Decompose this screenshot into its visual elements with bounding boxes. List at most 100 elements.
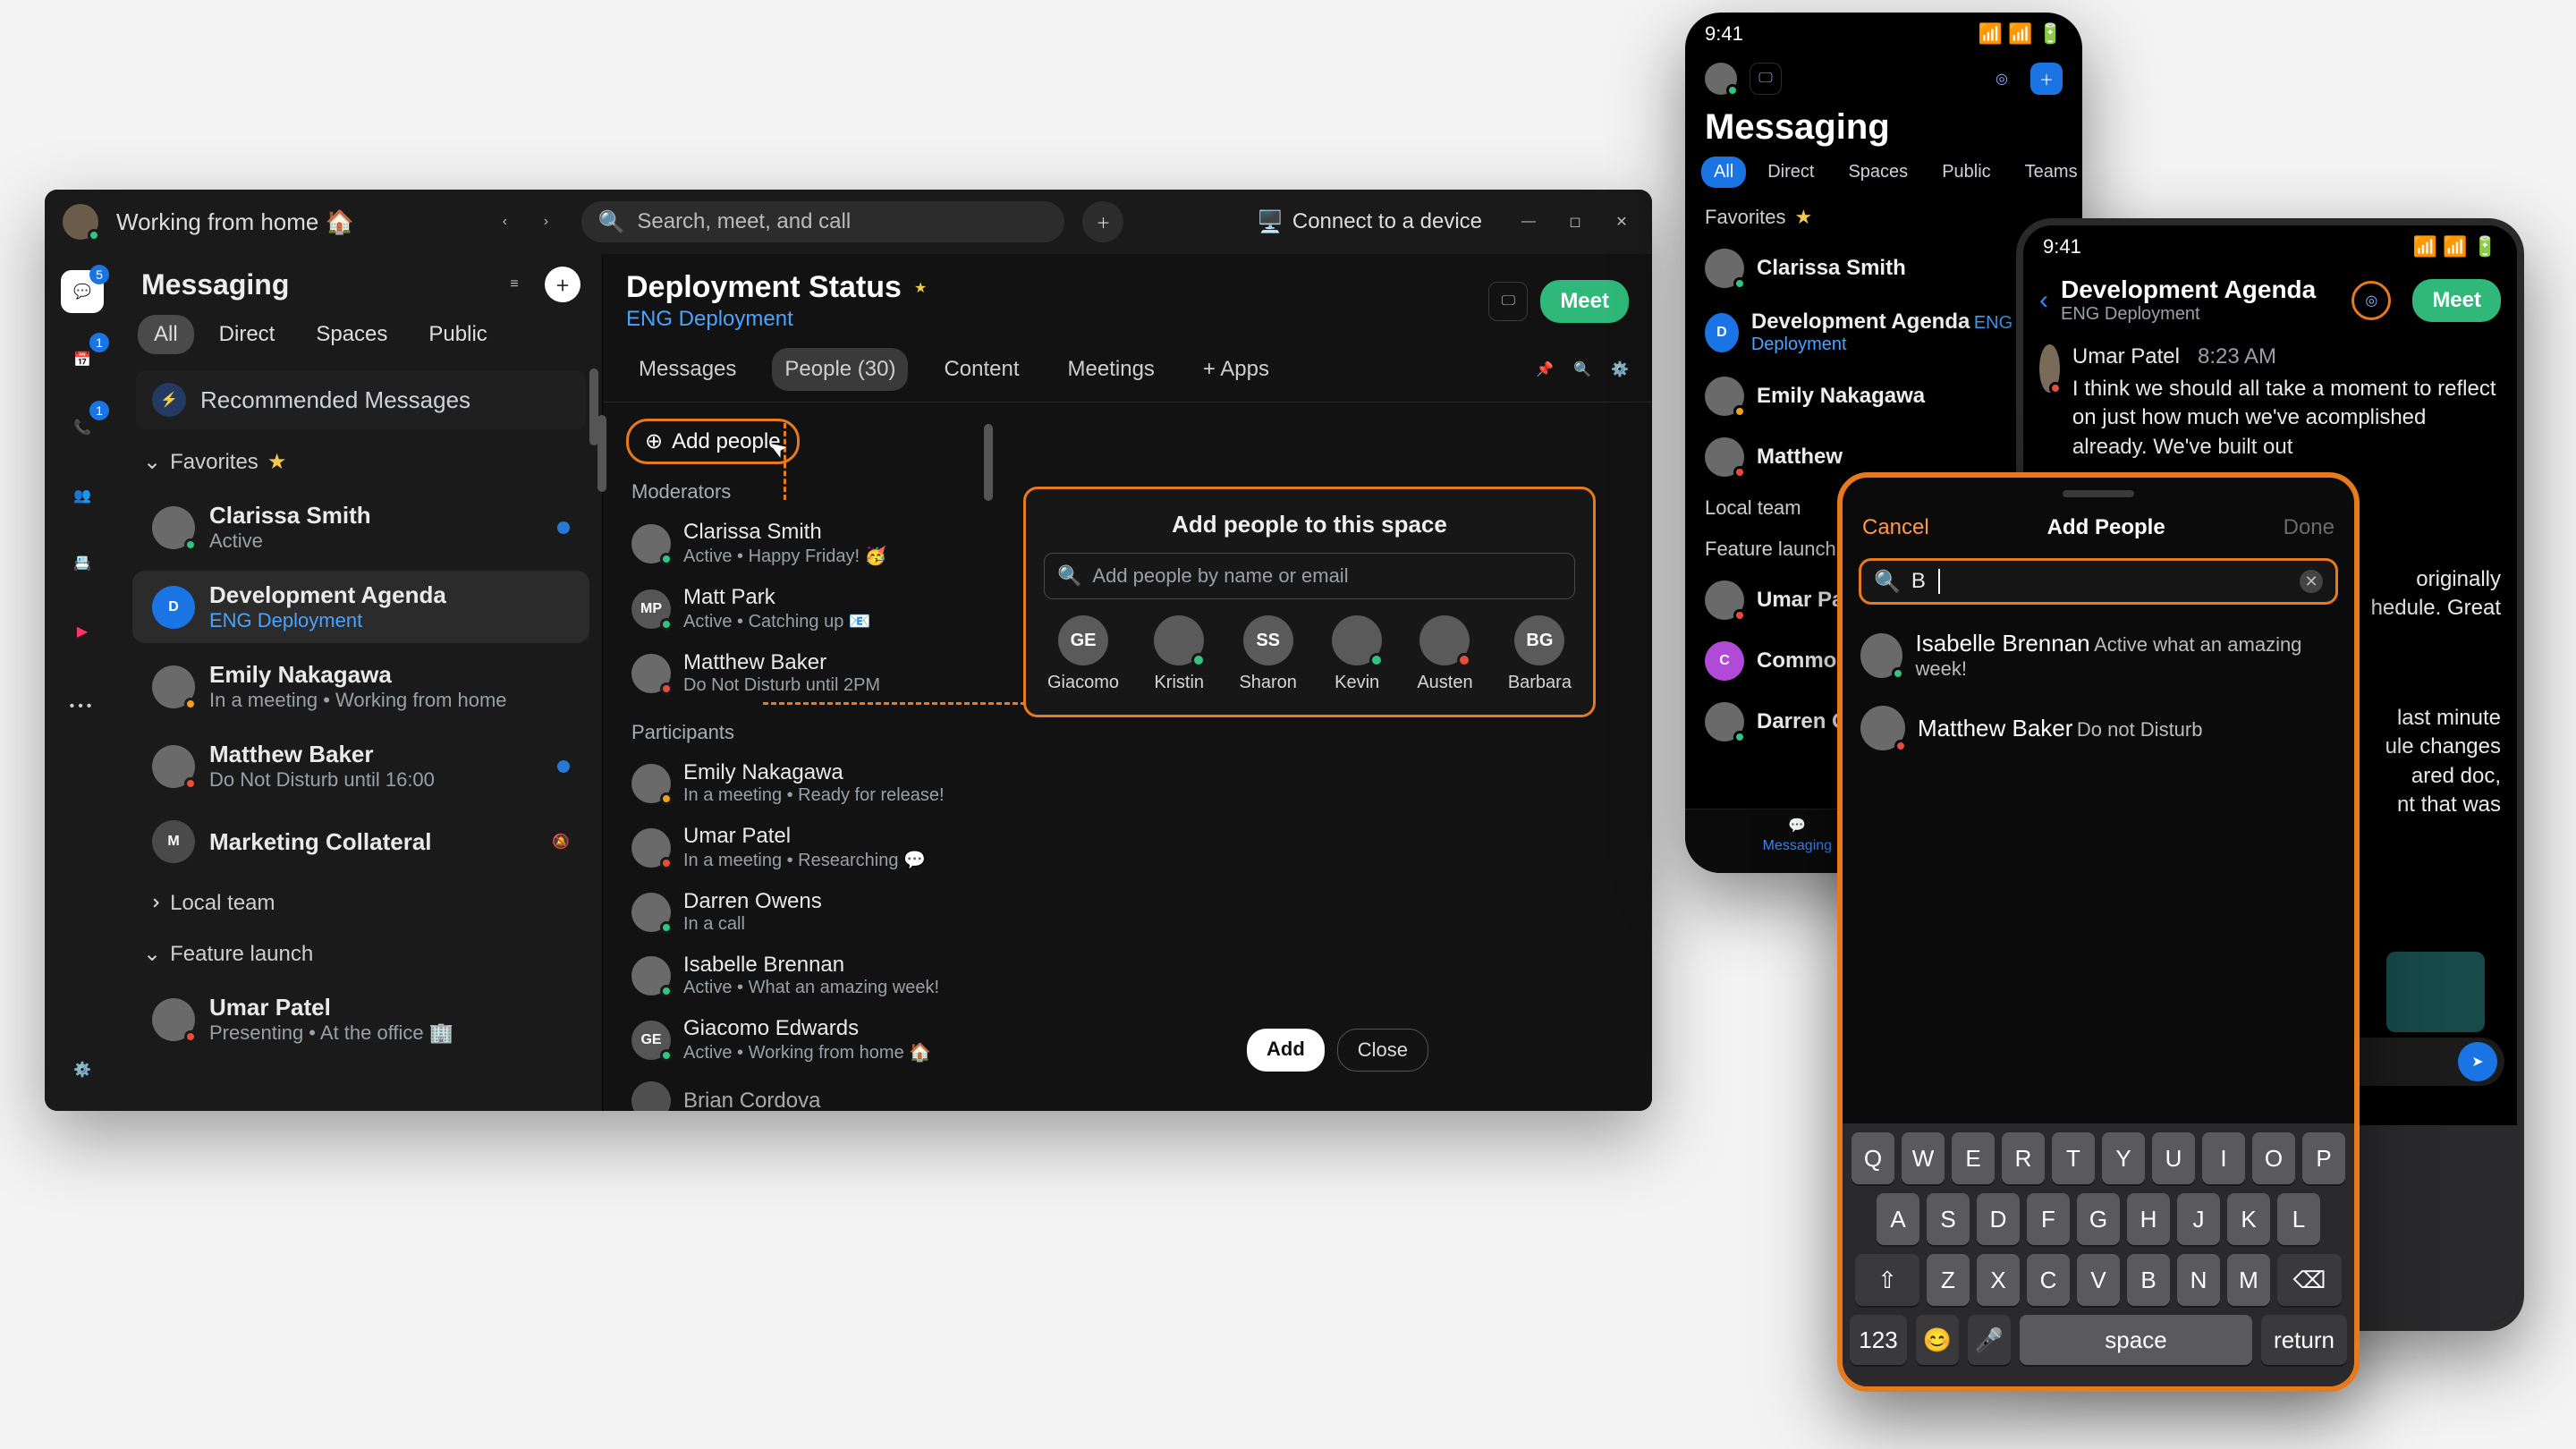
sidebar-scroll[interactable]: ⚡ Recommended Messages ⌄ Favorites ★ Cla… bbox=[120, 363, 602, 1050]
meet-button[interactable]: Meet bbox=[2412, 279, 2501, 322]
star-icon[interactable]: ★ bbox=[914, 279, 927, 297]
key[interactable]: A bbox=[1877, 1193, 1919, 1245]
key[interactable]: R bbox=[2002, 1132, 2045, 1184]
backspace-key[interactable]: ⌫ bbox=[2277, 1254, 2342, 1306]
callout-search[interactable]: 🔍 Add people by name or email bbox=[1044, 553, 1575, 599]
space-subtitle[interactable]: ENG Deployment bbox=[626, 307, 927, 332]
num-key[interactable]: 123 bbox=[1850, 1315, 1907, 1365]
section-feature-launch[interactable]: ⌄ Feature launch bbox=[120, 928, 602, 979]
chip-kevin[interactable]: Kevin bbox=[1332, 615, 1382, 693]
people-button[interactable]: ◎ bbox=[2351, 281, 2391, 320]
people-row[interactable]: Emily Nakagawa In a meeting • Ready for … bbox=[626, 751, 987, 815]
chip-austen[interactable]: Austen bbox=[1417, 615, 1472, 693]
tab-public[interactable]: Public bbox=[412, 315, 503, 354]
key[interactable]: Z bbox=[1927, 1254, 1970, 1306]
sidebar-item-marketing[interactable]: M Marketing Collateral 🔕 bbox=[132, 809, 589, 874]
tab-people[interactable]: People (30) bbox=[772, 348, 908, 391]
rail-calling[interactable]: 📞 1 bbox=[61, 406, 104, 449]
send-button[interactable]: ➤ bbox=[2458, 1042, 2497, 1081]
mtab-spaces[interactable]: Spaces bbox=[1835, 157, 1920, 188]
rail-settings[interactable]: ⚙️ bbox=[61, 1048, 104, 1091]
result-row[interactable]: Isabelle Brennan Active what an amazing … bbox=[1843, 617, 2354, 693]
key[interactable]: V bbox=[2077, 1254, 2120, 1306]
close-button[interactable]: Close bbox=[1337, 1029, 1428, 1072]
rail-play[interactable]: ▶ bbox=[61, 610, 104, 653]
people-row[interactable]: Clarissa Smith Active • Happy Friday! 🥳 bbox=[626, 511, 987, 576]
key[interactable]: L bbox=[2277, 1193, 2320, 1245]
key[interactable]: I bbox=[2202, 1132, 2245, 1184]
recommended-row[interactable]: ⚡ Recommended Messages bbox=[136, 370, 586, 429]
sidebar-item-emily[interactable]: Emily Nakagawa In a meeting • Working fr… bbox=[132, 650, 589, 723]
main-scrollbar[interactable] bbox=[597, 415, 606, 492]
maximize-button[interactable]: ◻ bbox=[1563, 209, 1588, 234]
tab-spaces[interactable]: Spaces bbox=[300, 315, 403, 354]
key[interactable]: Y bbox=[2102, 1132, 2145, 1184]
key[interactable]: E bbox=[1952, 1132, 1995, 1184]
key[interactable]: Q bbox=[1852, 1132, 1894, 1184]
key[interactable]: C bbox=[2027, 1254, 2070, 1306]
people-row[interactable]: Darren Owens In a call bbox=[626, 880, 987, 944]
search-icon[interactable]: 🔍 bbox=[1573, 360, 1591, 378]
connect-device[interactable]: 🖥️ Connect to a device bbox=[1257, 209, 1482, 235]
rail-teams[interactable]: 👥 bbox=[61, 474, 104, 517]
self-avatar[interactable] bbox=[1705, 63, 1737, 95]
people-row[interactable]: Matthew Baker Do Not Disturb until 2PM bbox=[626, 641, 987, 705]
nav-messaging[interactable]: 💬Messaging bbox=[1763, 817, 1832, 854]
forward-button[interactable]: › bbox=[528, 204, 564, 240]
chip-barbara[interactable]: BGBarbara bbox=[1508, 615, 1572, 693]
key[interactable]: W bbox=[1902, 1132, 1945, 1184]
people-row[interactable]: MP Matt Park Active • Catching up 📧 bbox=[626, 576, 987, 641]
meet-button[interactable]: Meet bbox=[1540, 280, 1629, 323]
mtab-direct[interactable]: Direct bbox=[1755, 157, 1826, 188]
result-row[interactable]: Matthew Baker Do not Disturb bbox=[1843, 693, 2354, 763]
create-button[interactable]: ＋ bbox=[1082, 201, 1123, 242]
rail-contacts[interactable]: 📇 bbox=[61, 542, 104, 585]
done-button[interactable]: Done bbox=[2284, 515, 2334, 540]
people-scrollbar[interactable] bbox=[984, 424, 993, 501]
key[interactable]: G bbox=[2077, 1193, 2120, 1245]
key[interactable]: K bbox=[2227, 1193, 2270, 1245]
key[interactable]: H bbox=[2127, 1193, 2170, 1245]
mtab-teams[interactable]: Teams bbox=[2012, 157, 2082, 188]
screen-icon[interactable]: 🖵 bbox=[1488, 282, 1528, 321]
rail-more[interactable]: ••• bbox=[61, 685, 104, 728]
key[interactable]: P bbox=[2302, 1132, 2345, 1184]
tab-apps[interactable]: + Apps bbox=[1191, 348, 1282, 391]
pin-icon[interactable]: 📌 bbox=[1536, 360, 1554, 378]
key[interactable]: O bbox=[2252, 1132, 2295, 1184]
people-row[interactable]: Umar Patel In a meeting • Researching 💬 bbox=[626, 815, 987, 880]
search-icon[interactable]: ◎ bbox=[1986, 63, 2018, 95]
chip-sharon[interactable]: SSSharon bbox=[1239, 615, 1297, 693]
tab-content[interactable]: Content bbox=[931, 348, 1031, 391]
space-key[interactable]: space bbox=[2020, 1315, 2252, 1365]
key[interactable]: N bbox=[2177, 1254, 2220, 1306]
screen-icon[interactable]: 🖵 bbox=[1750, 63, 1782, 95]
rail-messaging[interactable]: 💬 5 bbox=[61, 270, 104, 313]
tab-meetings[interactable]: Meetings bbox=[1055, 348, 1167, 391]
key[interactable]: B bbox=[2127, 1254, 2170, 1306]
mtab-public[interactable]: Public bbox=[1929, 157, 2003, 188]
people-row[interactable]: Isabelle Brennan Active • What an amazin… bbox=[626, 944, 987, 1007]
sheet-search[interactable]: 🔍 B ✕ bbox=[1859, 558, 2338, 605]
key[interactable]: D bbox=[1977, 1193, 2020, 1245]
sidebar-item-clarissa[interactable]: Clarissa Smith Active bbox=[132, 491, 589, 564]
create-button[interactable]: ＋ bbox=[2030, 63, 2063, 95]
close-button[interactable]: ✕ bbox=[1609, 209, 1634, 234]
mic-key[interactable]: 🎤 bbox=[1968, 1315, 2011, 1365]
people-row[interactable]: GE Giacomo Edwards Active • Working from… bbox=[626, 1007, 987, 1072]
mtab-all[interactable]: All bbox=[1701, 157, 1746, 188]
key[interactable]: F bbox=[2027, 1193, 2070, 1245]
new-button[interactable]: ＋ bbox=[545, 267, 580, 302]
sidebar-item-matthew-baker[interactable]: Matthew Baker Do Not Disturb until 16:00 bbox=[132, 730, 589, 802]
chip-kristin[interactable]: Kristin bbox=[1154, 615, 1204, 693]
filter-button[interactable]: ≡ bbox=[496, 267, 532, 302]
tab-all[interactable]: All bbox=[138, 315, 194, 354]
cancel-button[interactable]: Cancel bbox=[1862, 515, 1929, 540]
return-key[interactable]: return bbox=[2261, 1315, 2347, 1365]
rail-calendar[interactable]: 📅 1 bbox=[61, 338, 104, 381]
add-button[interactable]: Add bbox=[1247, 1029, 1325, 1072]
key[interactable]: X bbox=[1977, 1254, 2020, 1306]
back-button[interactable]: ‹ bbox=[487, 204, 522, 240]
attachment[interactable] bbox=[2386, 952, 2485, 1032]
key[interactable]: S bbox=[1927, 1193, 1970, 1245]
